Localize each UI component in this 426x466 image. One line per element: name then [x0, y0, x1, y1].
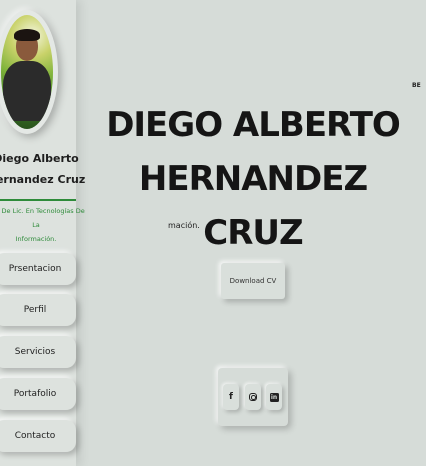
page-title: DIEGO ALBERTO HERNANDEZ CRUZ: [80, 98, 426, 260]
nav-contacto-button[interactable]: Contacto: [0, 420, 76, 452]
page-title-line2: CRUZ: [203, 213, 303, 253]
profile-name-line2: Hernandez Cruz: [0, 173, 86, 186]
instagram-button[interactable]: [245, 384, 261, 410]
avatar: [1, 15, 53, 129]
nav-portafolio-button[interactable]: Portafolio: [0, 378, 76, 410]
sidebar: Diego Alberto Hernandez Cruz Ing. De Lic…: [0, 0, 85, 466]
profile-subtitle-line1: Ing. De Lic. En Tecnologías De La: [0, 207, 85, 229]
facebook-button[interactable]: f: [223, 384, 239, 410]
profile-subtitle-line2: Información.: [15, 235, 57, 243]
social-links: f in: [218, 368, 288, 426]
corner-text: BE: [412, 82, 421, 89]
profile-divider: [0, 199, 76, 201]
download-cv-button[interactable]: Download CV: [221, 263, 285, 299]
avatar-body: [3, 61, 51, 121]
linkedin-button[interactable]: in: [266, 384, 282, 410]
nav-servicios-button[interactable]: Servicios: [0, 336, 76, 368]
facebook-icon: f: [229, 392, 233, 402]
profile-subtitle: Ing. De Lic. En Tecnologías De La Inform…: [0, 204, 86, 246]
profile-name: Diego Alberto Hernandez Cruz: [0, 148, 86, 190]
nav-perfil-button[interactable]: Perfil: [0, 294, 76, 326]
profile-name-line1: Diego Alberto: [0, 152, 79, 165]
nav-presentacion-button[interactable]: Prsentacion: [0, 253, 76, 285]
linkedin-icon: in: [269, 392, 279, 402]
page-title-line1: DIEGO ALBERTO HERNANDEZ: [106, 105, 401, 199]
intro-text-fragment: mación.: [168, 221, 200, 230]
avatar-frame: [0, 10, 58, 134]
instagram-icon: [249, 393, 257, 401]
avatar-hair: [14, 29, 40, 41]
